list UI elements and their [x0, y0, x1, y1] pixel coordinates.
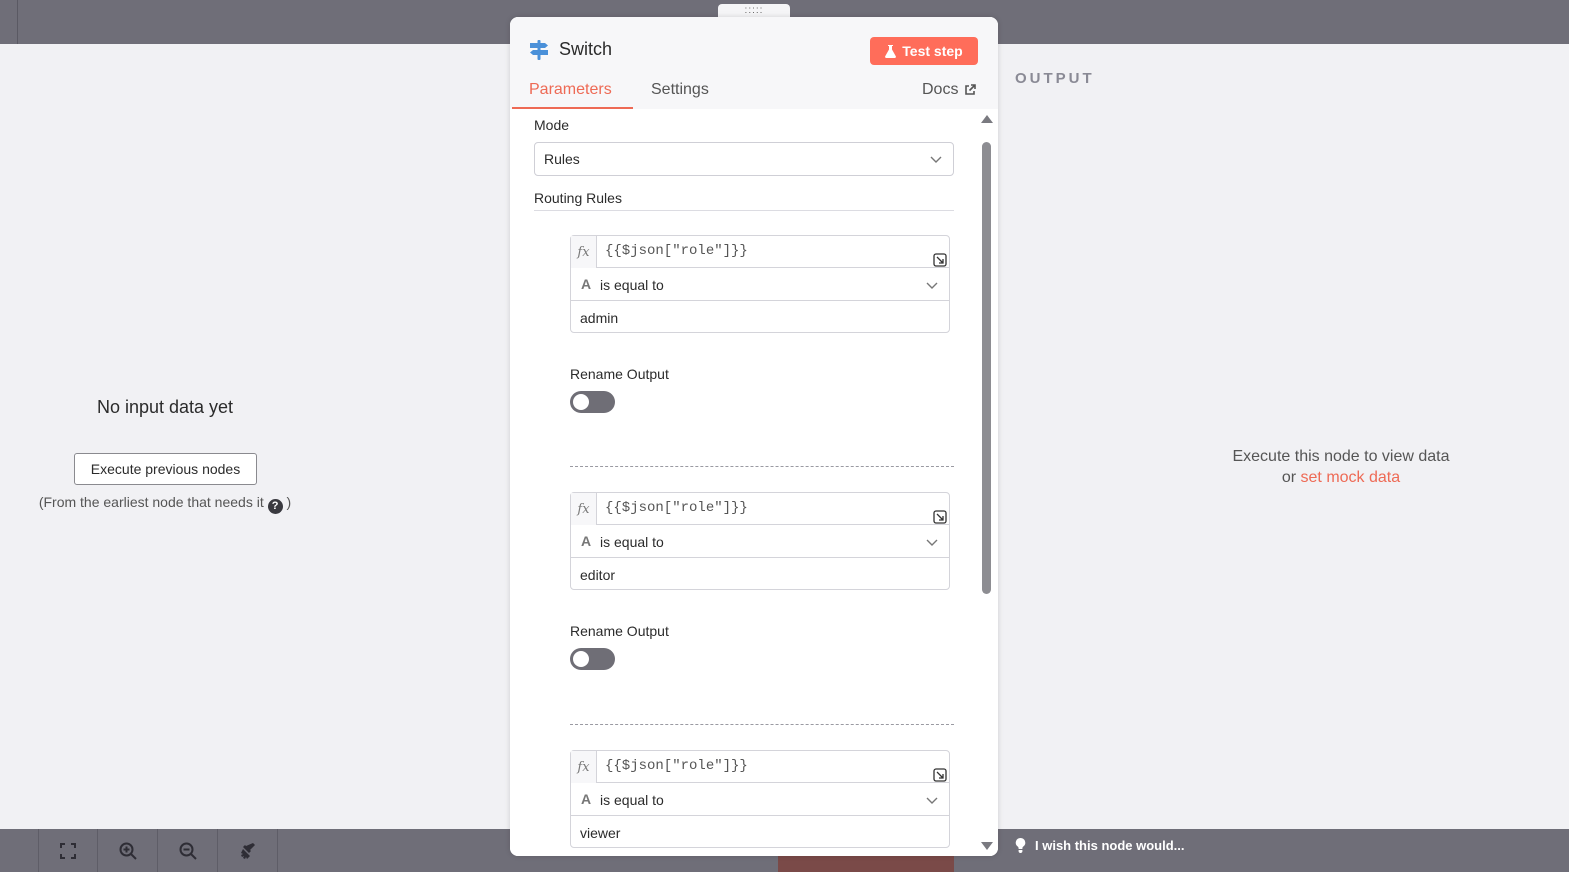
- expand-editor-icon[interactable]: [933, 253, 947, 267]
- chevron-down-icon: [926, 797, 938, 804]
- rule-operator-select[interactable]: A is equal to: [571, 784, 949, 816]
- hint-suffix: ): [286, 494, 292, 510]
- scroll-up-arrow[interactable]: [981, 115, 993, 123]
- zoom-in-icon: [119, 842, 137, 860]
- routing-rules-divider: [534, 210, 954, 211]
- zoom-out-icon: [179, 842, 197, 860]
- rename-output-label: Rename Output: [570, 366, 669, 382]
- output-mock-line: or set mock data: [1190, 467, 1492, 488]
- test-step-button[interactable]: Test step: [870, 37, 978, 65]
- rule-value1-row[interactable]: fx {{$json["role"]}}: [571, 493, 949, 525]
- tab-settings[interactable]: Settings: [651, 81, 709, 99]
- broom-icon: [240, 842, 255, 859]
- question-circle-icon[interactable]: ?: [267, 498, 283, 514]
- signpost-icon: [530, 39, 548, 60]
- node-title: Switch: [529, 39, 612, 60]
- zoom-out-button[interactable]: [158, 829, 218, 872]
- output-panel-label: OUTPUT: [1015, 70, 1095, 87]
- fx-icon: fx: [571, 751, 597, 783]
- execute-previous-nodes-button[interactable]: Execute previous nodes: [74, 453, 257, 485]
- expand-editor-icon[interactable]: [933, 510, 947, 524]
- rule-separator: [570, 724, 954, 725]
- scrollbar-thumb[interactable]: [982, 142, 991, 594]
- rule-value2-input[interactable]: admin: [580, 310, 618, 326]
- rule-operator: is equal to: [600, 792, 664, 808]
- rule-operator-select[interactable]: A is equal to: [571, 526, 949, 558]
- feedback-text: I wish this node would...: [1035, 837, 1185, 853]
- docs-label: Docs: [922, 81, 959, 98]
- node-title-text[interactable]: Switch: [559, 39, 612, 60]
- canvas-edge: [0, 0, 18, 44]
- rename-output-toggle[interactable]: [570, 391, 615, 413]
- test-step-label: Test step: [902, 43, 963, 59]
- string-type-icon: A: [581, 791, 592, 807]
- canvas-node-fragment: [778, 856, 954, 872]
- rule-value1-row[interactable]: fx {{$json["role"]}}: [571, 751, 949, 783]
- rename-output-toggle[interactable]: [570, 648, 615, 670]
- routing-rule: fx {{$json["role"]}} A is equal to admin: [570, 235, 950, 333]
- lightbulb-icon: [1015, 837, 1026, 853]
- rule-expression[interactable]: {{$json["role"]}}: [605, 243, 748, 259]
- node-settings-panel: Switch Test step Parameters Settings Doc…: [510, 17, 998, 856]
- rule-value1-row[interactable]: fx {{$json["role"]}}: [571, 236, 949, 268]
- earliest-node-hint: (From the earliest node that needs it ? …: [0, 494, 330, 514]
- scroll-down-arrow[interactable]: [981, 842, 993, 850]
- rename-output-label: Rename Output: [570, 623, 669, 639]
- zoom-in-button[interactable]: [98, 829, 158, 872]
- string-type-icon: A: [581, 276, 592, 292]
- rule-value2-input[interactable]: viewer: [580, 825, 620, 841]
- rule-operator: is equal to: [600, 534, 664, 550]
- output-message-line: Execute this node to view data: [1232, 448, 1450, 465]
- zoom-to-fit-button[interactable]: [38, 829, 98, 872]
- no-input-title: No input data yet: [96, 397, 234, 417]
- string-type-icon: A: [581, 533, 592, 549]
- output-or-text: or: [1281, 469, 1297, 486]
- hint-prefix: (From the earliest node that needs it: [38, 494, 264, 510]
- mode-value: Rules: [544, 151, 580, 167]
- rule-operator-select[interactable]: A is equal to: [571, 269, 949, 301]
- panel-header: Switch Test step Parameters Settings Doc…: [510, 17, 998, 109]
- chevron-down-icon: [926, 539, 938, 546]
- set-mock-data-link[interactable]: set mock data: [1301, 469, 1401, 486]
- routing-rule: fx {{$json["role"]}} A is equal to viewe…: [570, 750, 950, 848]
- rule-operator: is equal to: [600, 277, 664, 293]
- chevron-down-icon: [930, 156, 942, 163]
- rule-expression[interactable]: {{$json["role"]}}: [605, 500, 748, 516]
- rule-separator: [570, 466, 954, 467]
- input-panel: No input data yet Execute previous nodes…: [0, 44, 510, 829]
- feedback-prompt[interactable]: I wish this node would...: [1014, 835, 1185, 855]
- mode-label: Mode: [534, 117, 570, 133]
- fx-icon: fx: [571, 493, 597, 525]
- flask-icon: [885, 44, 897, 58]
- tab-parameters[interactable]: Parameters: [529, 81, 612, 99]
- fx-icon: fx: [571, 236, 597, 268]
- tab-docs[interactable]: Docs: [922, 81, 977, 99]
- expand-editor-icon[interactable]: [933, 768, 947, 782]
- toggle-knob: [573, 394, 589, 410]
- fit-view-icon: [60, 842, 76, 859]
- rule-expression[interactable]: {{$json["role"]}}: [605, 758, 748, 774]
- output-empty-message: Execute this node to view data or set mo…: [1190, 446, 1492, 488]
- tidy-up-button[interactable]: [218, 829, 278, 872]
- external-link-icon: [965, 84, 977, 95]
- mode-select[interactable]: Rules: [534, 142, 954, 176]
- toggle-knob: [573, 651, 589, 667]
- routing-rule: fx {{$json["role"]}} A is equal to edito…: [570, 492, 950, 590]
- routing-rules-label: Routing Rules: [534, 190, 622, 206]
- chevron-down-icon: [926, 282, 938, 289]
- parameters-body: Mode Rules Routing Rules fx {{$json["rol…: [510, 109, 998, 856]
- rule-value2-input[interactable]: editor: [580, 567, 615, 583]
